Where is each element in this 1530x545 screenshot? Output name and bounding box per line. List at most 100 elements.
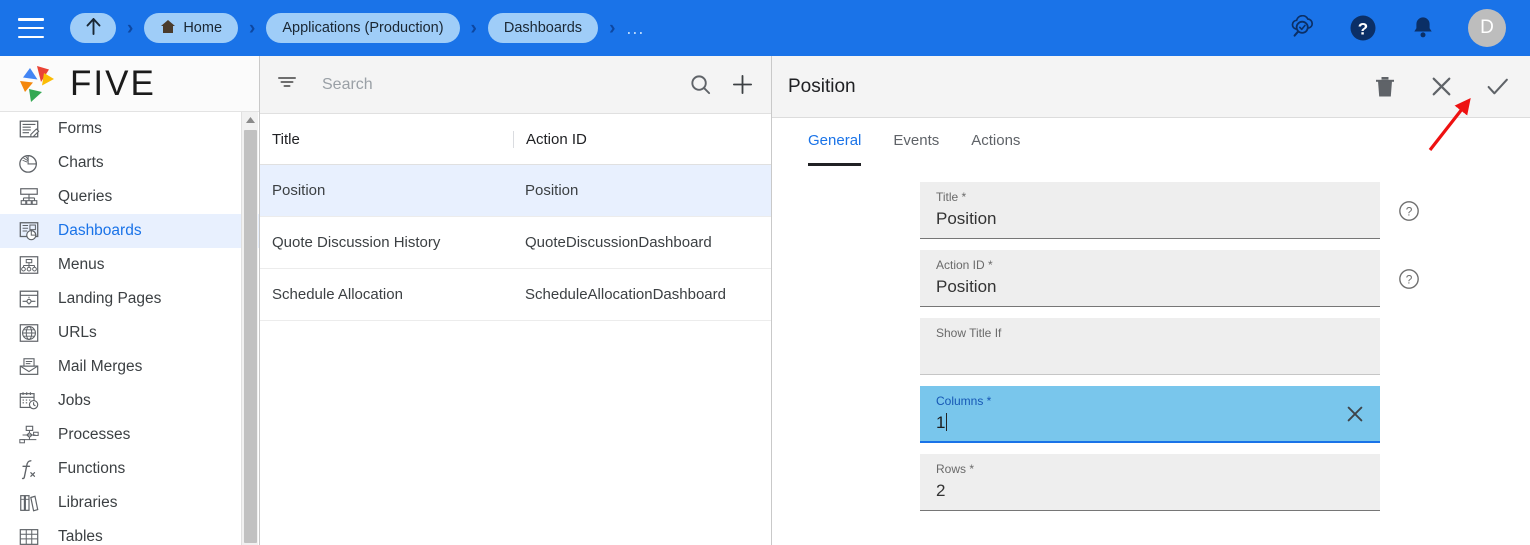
notifications-bell-icon[interactable] [1408,13,1438,43]
form-row-action-id: Action ID * Position ? [772,250,1530,307]
logo-text: FIVE [70,63,156,103]
sidebar-scrollbar[interactable] [241,112,258,545]
home-icon [160,19,176,38]
sidebar-item-label: Charts [58,154,104,171]
filter-icon[interactable] [276,72,298,97]
menus-icon [16,252,42,278]
help-icon[interactable]: ? [1398,200,1420,227]
sidebar-item-label: Dashboards [58,222,142,239]
sidebar-item-urls[interactable]: URLs [0,316,259,350]
sidebar-item-label: Jobs [58,392,91,409]
avatar-initial: D [1480,17,1494,38]
breadcrumb-label: Home [183,20,223,36]
scroll-up-icon[interactable] [242,112,258,128]
field-label: Rows * [936,462,975,476]
breadcrumb-item-dashboards[interactable]: Dashboards [487,13,599,43]
hamburger-menu-icon[interactable] [18,18,44,38]
breadcrumb-label: Dashboards [503,20,583,36]
scrollbar-thumb[interactable] [244,130,257,543]
trash-icon[interactable] [1370,72,1400,102]
close-x-icon[interactable] [1426,72,1456,102]
table-row[interactable]: Position Position [260,165,771,217]
sidebar-item-processes[interactable]: Processes [0,418,259,452]
detail-panel: Position General Events Actions Title * … [772,56,1530,545]
tab-actions[interactable]: Actions [955,132,1036,166]
breadcrumb-separator: › [127,17,134,39]
sidebar-item-tables[interactable]: Tables [0,520,259,545]
help-icon[interactable]: ? [1398,268,1420,295]
sidebar-item-libraries[interactable]: Libraries [0,486,259,520]
tab-general[interactable]: General [792,132,877,166]
check-icon[interactable] [1482,72,1512,102]
search-icon[interactable] [685,70,715,100]
columns-value: 1 [936,413,946,432]
breadcrumb-item-applications[interactable]: Applications (Production) [266,13,460,43]
field-label: Action ID * [936,258,993,272]
sidebar-item-label: Menus [58,256,105,273]
landing-pages-icon [16,286,42,312]
tables-icon [16,524,42,545]
table-row[interactable]: Schedule Allocation ScheduleAllocationDa… [260,269,771,321]
cloud-search-icon[interactable] [1288,13,1318,43]
tab-events[interactable]: Events [877,132,955,166]
detail-header: Position [772,56,1530,118]
sidebar-item-jobs[interactable]: Jobs [0,384,259,418]
tab-label: General [808,132,862,149]
field-value: Position [936,209,997,228]
jobs-icon [16,388,42,414]
field-label: Columns * [936,394,992,408]
cell-title: Position [272,182,326,199]
column-header-title[interactable]: Title [260,131,513,148]
title-field[interactable]: Title * Position [920,182,1380,239]
action-id-field[interactable]: Action ID * Position [920,250,1380,307]
search-input[interactable]: Search [322,76,673,94]
forms-icon [16,116,42,142]
sidebar: FIVE Forms Charts Queries Dashboards Men… [0,56,260,545]
plus-icon[interactable] [727,70,757,100]
column-header-action-id[interactable]: Action ID [513,130,771,148]
avatar[interactable]: D [1468,9,1506,47]
mail-merges-icon [16,354,42,380]
breadcrumb-separator: › [249,17,256,39]
sidebar-item-label: Libraries [58,494,118,511]
breadcrumb-overflow[interactable]: ... [626,18,644,39]
field-value: 1 [936,411,1366,435]
clear-icon[interactable] [1344,403,1366,430]
processes-icon [16,422,42,448]
show-title-if-field[interactable]: Show Title If [920,318,1380,375]
general-form: Title * Position ? Action ID * Position … [772,166,1530,545]
sidebar-item-dashboards[interactable]: Dashboards [0,214,259,248]
search-bar: Search [260,56,771,114]
app-logo[interactable]: FIVE [0,56,259,112]
sidebar-item-forms[interactable]: Forms [0,112,259,146]
text-caret [946,413,948,431]
field-label: Show Title If [936,326,1002,340]
sidebar-item-functions[interactable]: Functions [0,452,259,486]
arrow-up-icon [85,17,102,40]
cell-title: Quote Discussion History [272,234,441,251]
form-row-title: Title * Position ? [772,182,1530,239]
page-title: Position [788,75,856,97]
sidebar-item-label: Processes [58,426,131,443]
sidebar-item-label: Functions [58,460,126,477]
sidebar-item-mail-merges[interactable]: Mail Merges [0,350,259,384]
sidebar-item-queries[interactable]: Queries [0,180,259,214]
sidebar-item-landing-pages[interactable]: Landing Pages [0,282,259,316]
columns-field[interactable]: Columns * 1 [920,386,1380,443]
rows-field[interactable]: Rows * 2 [920,454,1380,511]
tab-label: Events [893,132,940,149]
charts-icon [16,150,42,176]
breadcrumb-label: Applications (Production) [282,20,444,36]
sidebar-item-menus[interactable]: Menus [0,248,259,282]
urls-icon [16,320,42,346]
sidebar-item-charts[interactable]: Charts [0,146,259,180]
breadcrumb-up-button[interactable] [70,13,116,43]
main-body: FIVE Forms Charts Queries Dashboards Men… [0,56,1530,545]
sidebar-item-label: URLs [58,324,97,341]
sidebar-item-label: Queries [58,188,113,205]
table-header: Title Action ID [260,114,771,165]
breadcrumb-item-home[interactable]: Home [144,13,239,43]
table-row[interactable]: Quote Discussion History QuoteDiscussion… [260,217,771,269]
cell-title: Schedule Allocation [272,286,403,303]
help-icon[interactable]: ? [1348,13,1378,43]
